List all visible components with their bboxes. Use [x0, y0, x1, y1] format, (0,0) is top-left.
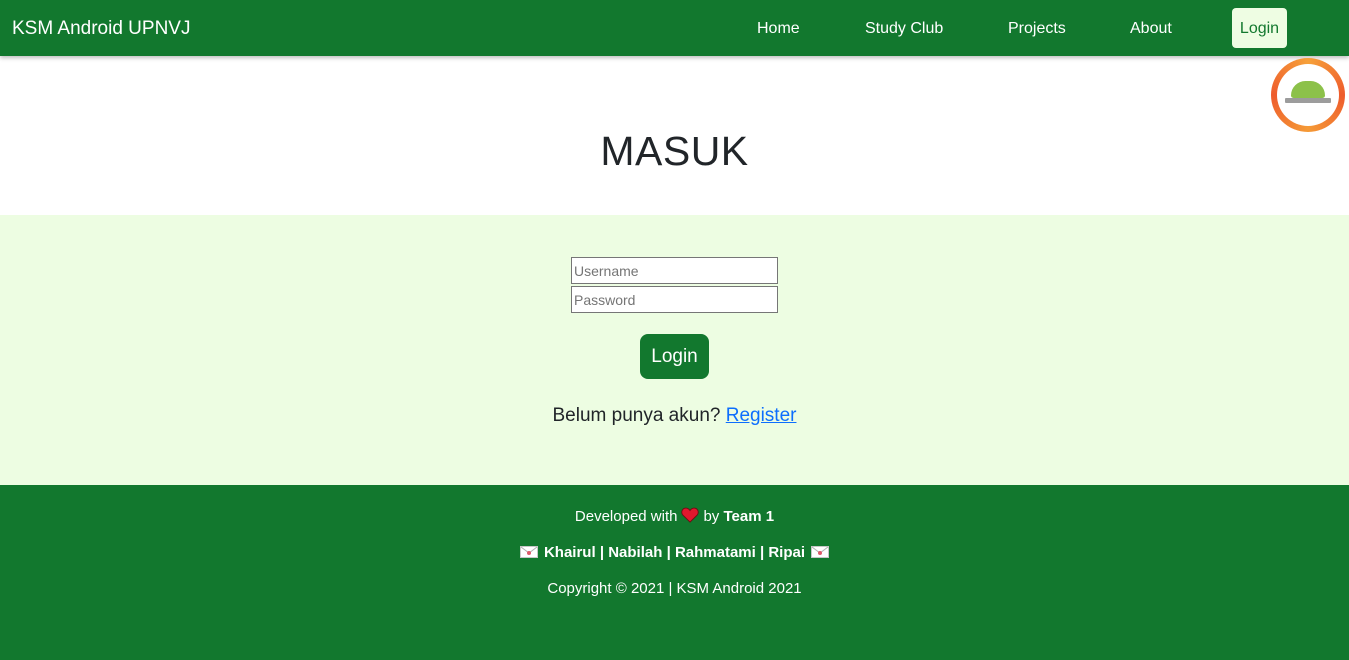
nav-login-button[interactable]: Login [1232, 8, 1287, 48]
register-prompt-text: Belum punya akun? [552, 405, 721, 426]
footer-copyright: Copyright © 2021 | KSM Android 2021 [547, 580, 802, 597]
member-khairul: Khairul [543, 544, 596, 561]
member-ripai: Ripai [768, 544, 806, 561]
footer-members: Khairul | Nabilah | Rahmatami | Ripai [0, 543, 1349, 563]
nav-study-club[interactable]: Study Club [865, 0, 943, 58]
logo-caption-graphic [1285, 98, 1331, 103]
member-separator: | [666, 544, 671, 561]
brand-link[interactable]: KSM Android UPNVJ [12, 0, 190, 58]
register-link[interactable]: Register [726, 405, 797, 426]
password-input[interactable] [571, 286, 778, 313]
footer: Developed with by Team 1 Khairul | Nabila… [0, 485, 1349, 660]
envelope-icon [811, 546, 830, 558]
nav-home[interactable]: Home [757, 0, 800, 58]
nav-projects[interactable]: Projects [1008, 0, 1066, 58]
heart-icon [681, 507, 700, 523]
footer-credit: Developed with by Team 1 [0, 507, 1349, 527]
footer-dev-prefix: Developed with [574, 508, 678, 525]
footer-team: Team 1 [723, 508, 775, 525]
envelope-icon [519, 546, 538, 558]
logo-badge [1277, 64, 1339, 126]
ksm-android-logo[interactable] [1271, 58, 1345, 132]
register-prompt: Belum punya akun? Register [0, 404, 1349, 428]
android-head-icon [1291, 81, 1325, 98]
username-input[interactable] [571, 257, 778, 284]
login-form-section: Login Belum punya akun? Register [0, 215, 1349, 485]
member-separator: | [759, 544, 765, 561]
page-title: MASUK [600, 128, 749, 174]
login-button[interactable]: Login [640, 334, 709, 379]
member-nabilah: Nabilah [608, 544, 663, 561]
member-rahmatami: Rahmatami [674, 544, 756, 561]
footer-dev-by: by [703, 508, 720, 525]
nav-about[interactable]: About [1130, 0, 1172, 58]
title-section: MASUK [0, 56, 1349, 215]
member-separator: | [599, 544, 605, 561]
navbar: KSM Android UPNVJ Home Study Club Projec… [0, 0, 1349, 56]
